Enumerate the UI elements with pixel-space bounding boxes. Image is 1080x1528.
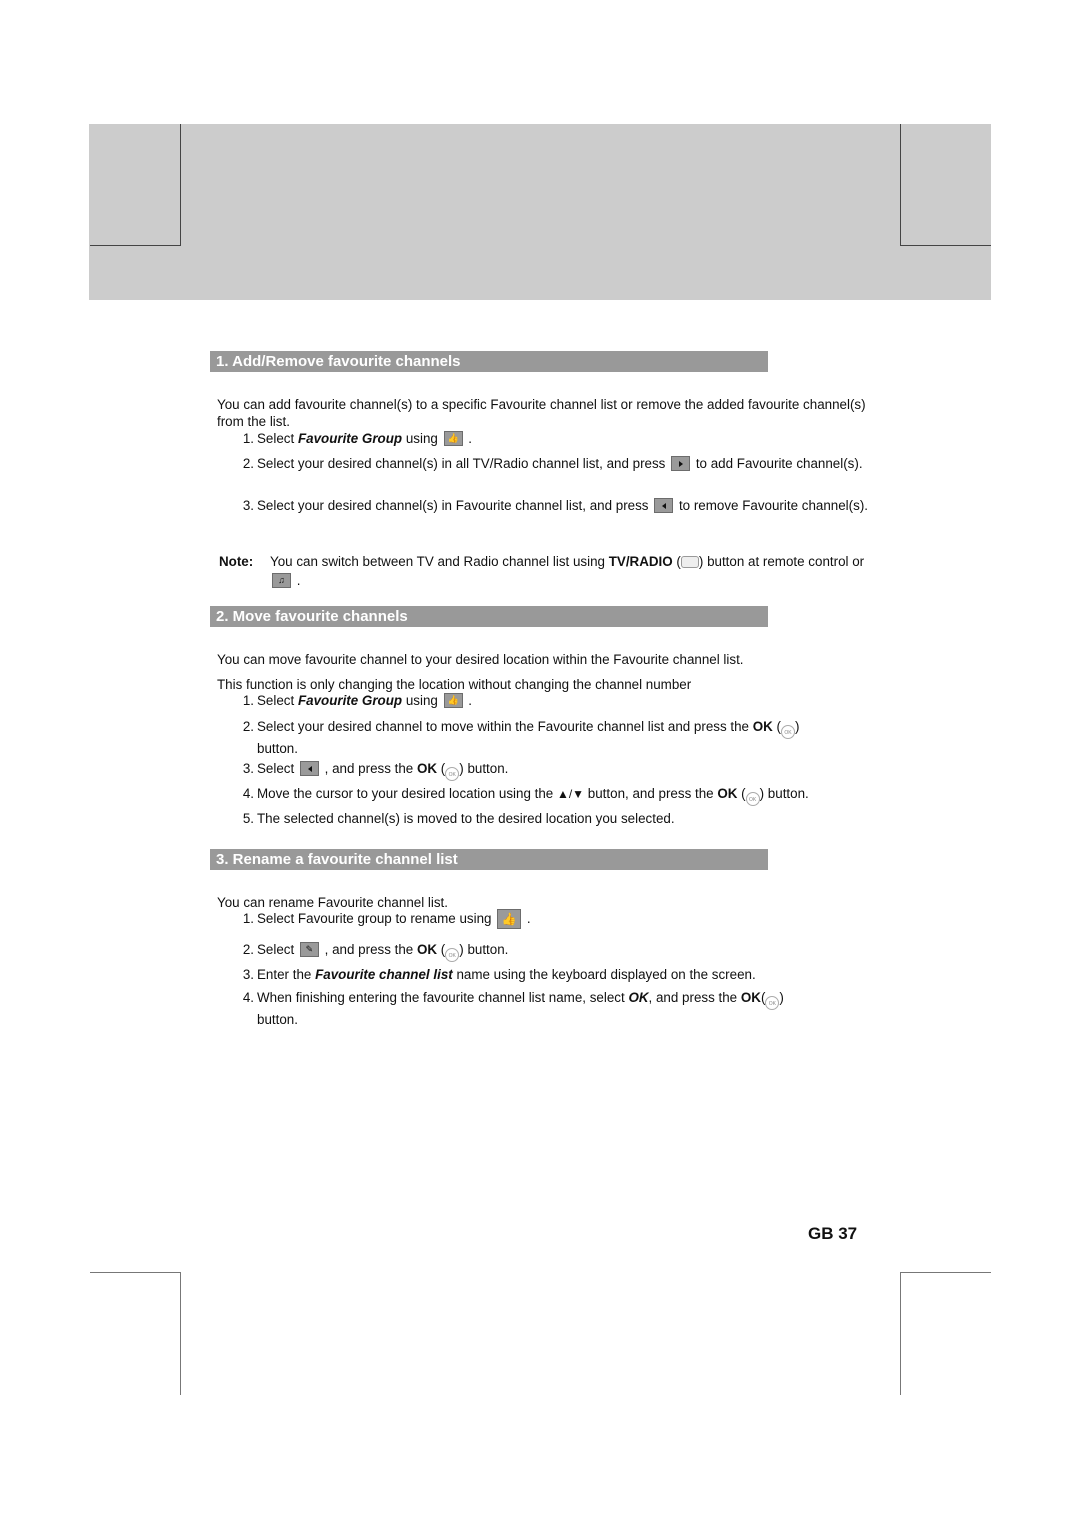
crop-mark	[180, 1272, 181, 1395]
up-down-arrows-icon: ▲/▼	[556, 787, 585, 801]
list-item: 3. Select your desired channel(s) in Fav…	[242, 498, 868, 513]
list-item: 3. Select , and press the OK (OK) button…	[236, 759, 876, 781]
crop-mark	[90, 245, 181, 246]
list-item: 1. Select Favourite group to rename usin…	[236, 909, 876, 929]
list-item: 4. Move the cursor to your desired locat…	[236, 784, 876, 806]
page-header-band	[89, 124, 991, 300]
list-item: 1. Select Favourite Group using 👍 .	[242, 431, 473, 446]
list-item: 5. The selected channel(s) is moved to t…	[242, 811, 675, 826]
tv-radio-button-icon	[680, 556, 699, 568]
note: Note: You can switch between TV and Radi…	[219, 554, 865, 588]
list-item: 4. When finishing entering the favourite…	[242, 990, 784, 1027]
page-number: GB 37	[808, 1224, 858, 1243]
list-item: 2. Select ✎ , and press the OK (OK) butt…	[236, 940, 876, 962]
section-intro: You can add favourite channel(s) to a sp…	[217, 397, 866, 429]
crop-mark	[900, 1272, 901, 1395]
ok-button-icon: OK	[445, 948, 460, 962]
list-item: 2. Select your desired channel(s) in all…	[242, 456, 863, 471]
section-header-add-remove: 1. Add/Remove favourite channels	[210, 351, 768, 372]
crop-mark	[900, 124, 901, 246]
ok-button-icon: OK	[745, 792, 760, 806]
ok-button-icon: OK	[765, 996, 780, 1010]
remove-left-arrow-icon	[654, 498, 674, 513]
ok-button-icon: OK	[781, 725, 796, 739]
list-item: 1. Select Favourite Group using 👍 .	[242, 693, 473, 708]
crop-mark	[180, 124, 181, 246]
favourite-group-icon: 👍	[443, 693, 463, 708]
section-header-move: 2. Move favourite channels	[210, 606, 768, 627]
list-item: 3. Enter the Favourite channel list name…	[242, 967, 756, 982]
radio-music-icon: ♫	[272, 573, 291, 588]
list-item: 2. Select your desired channel to move w…	[242, 719, 800, 756]
crop-mark	[900, 245, 991, 246]
crop-mark	[900, 1272, 991, 1273]
ok-button-icon: OK	[445, 767, 460, 781]
favourite-group-icon: 👍	[443, 431, 463, 446]
section-header-rename: 3. Rename a favourite channel list	[210, 849, 768, 870]
section-intro: You can move favourite channel to your d…	[217, 652, 744, 667]
rename-icon: ✎	[299, 942, 319, 957]
favourite-group-icon: 👍	[497, 909, 522, 929]
crop-mark	[90, 1272, 181, 1273]
move-left-arrow-icon	[299, 761, 319, 776]
add-right-arrow-icon	[671, 456, 691, 471]
